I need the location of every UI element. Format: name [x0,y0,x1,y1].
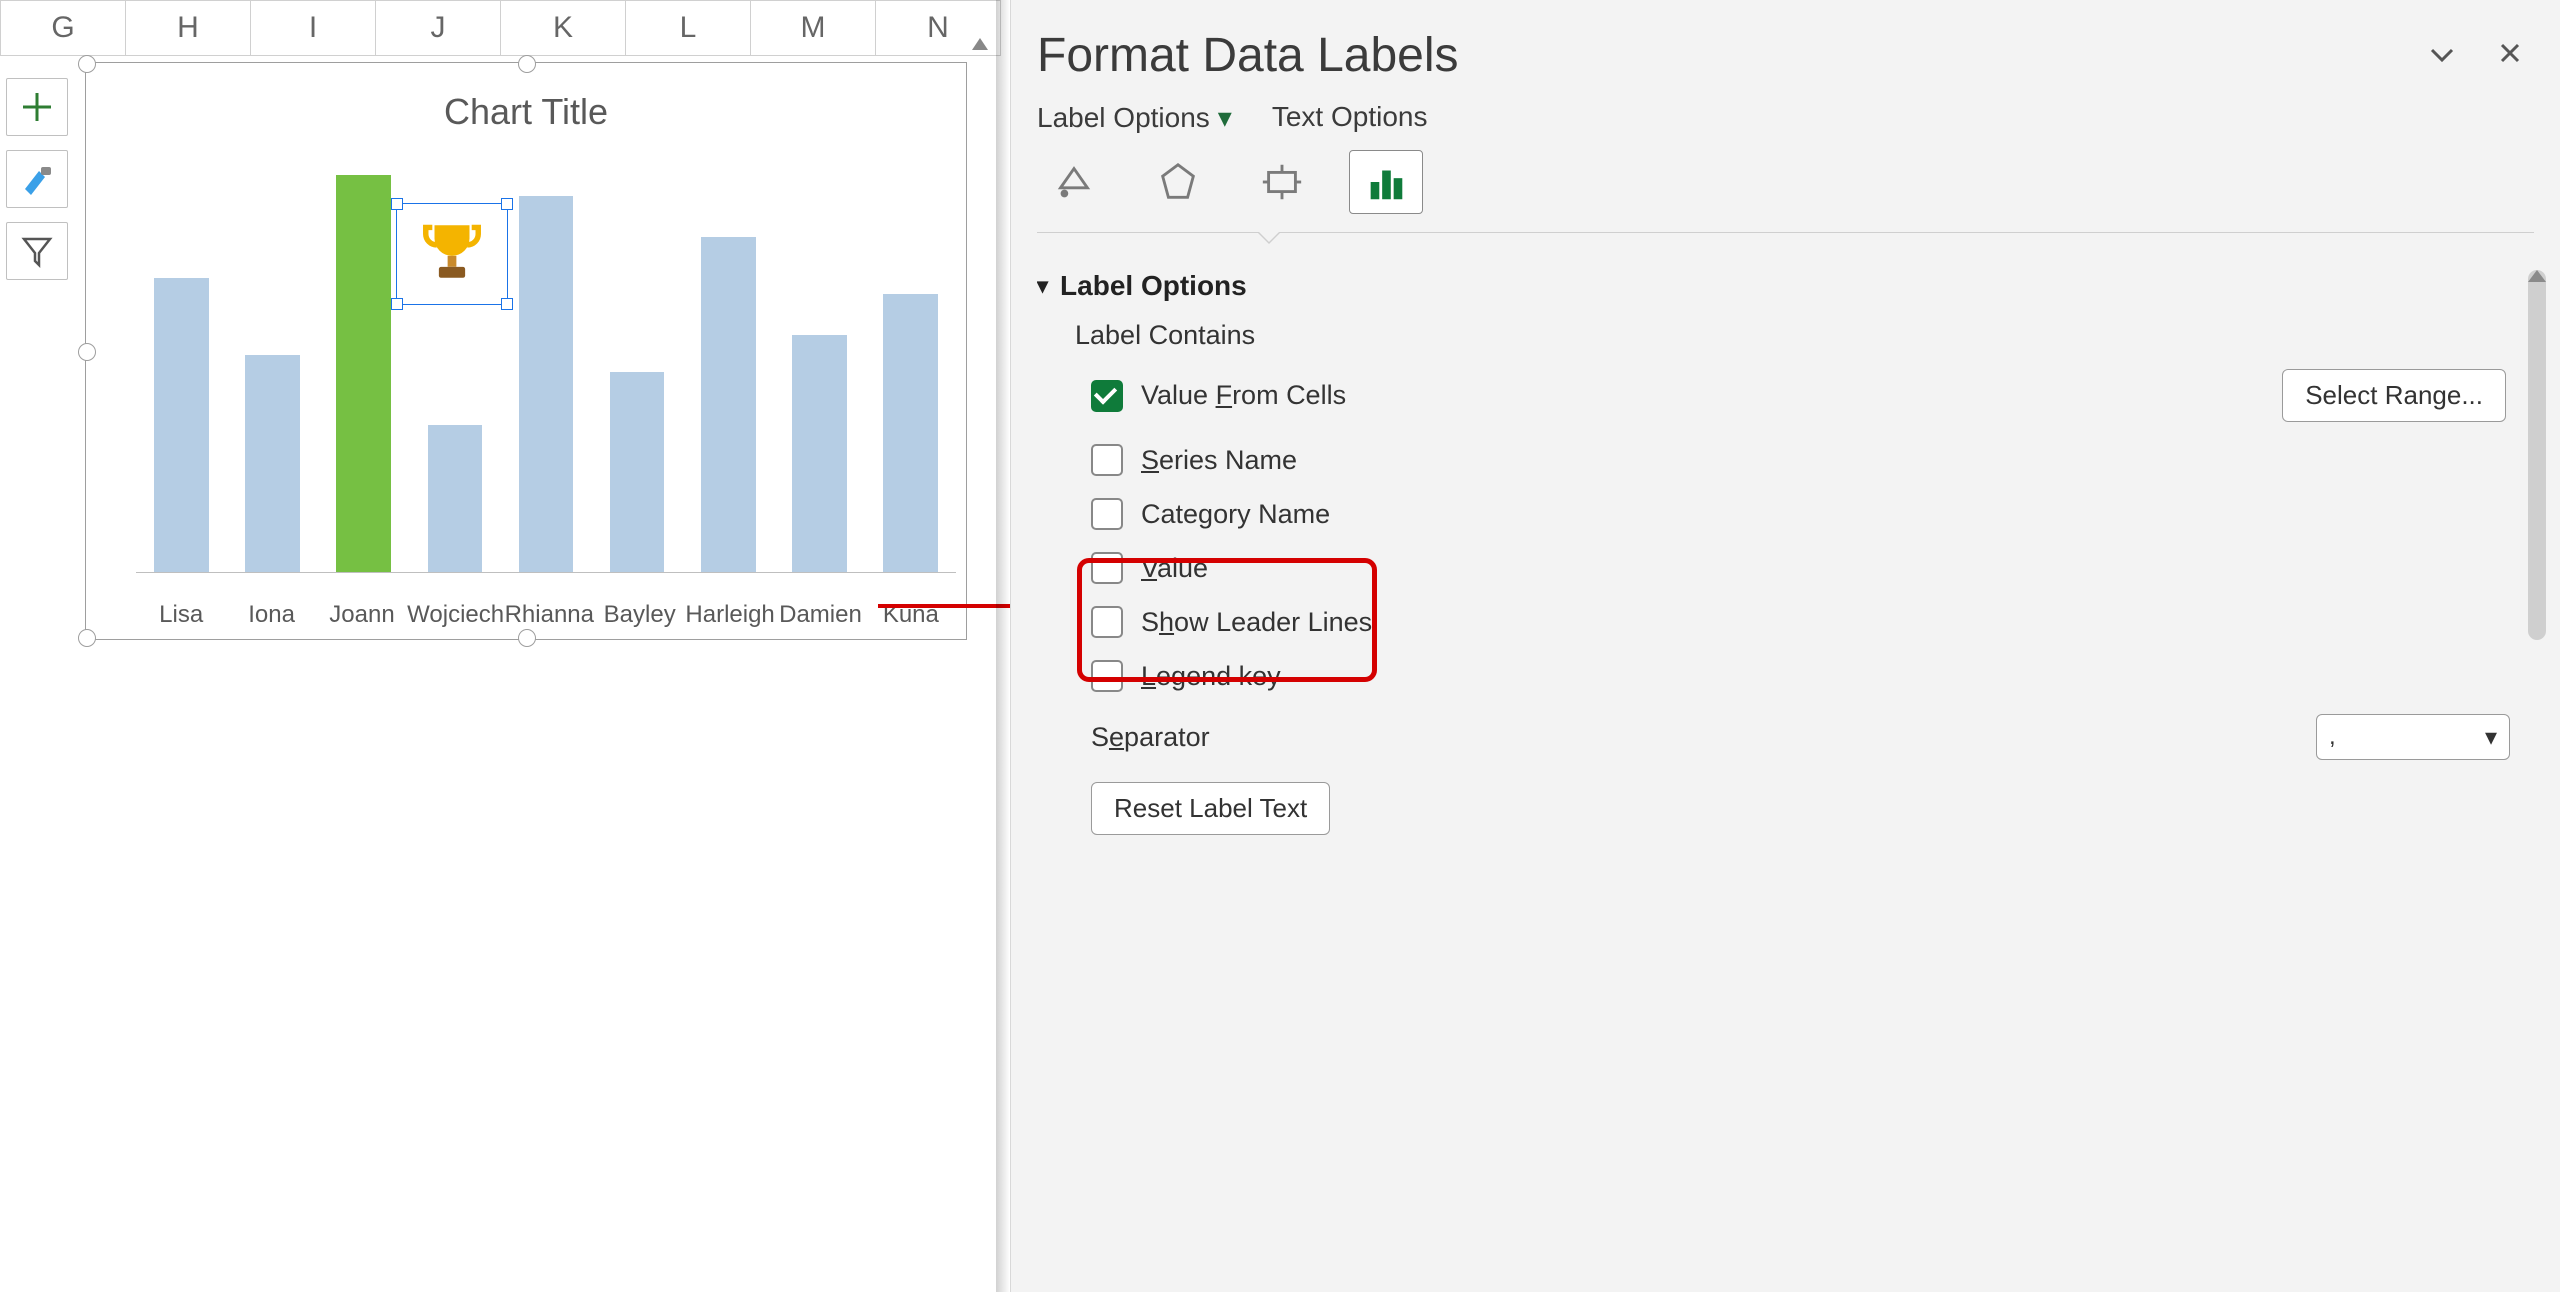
bar-highlight[interactable] [336,175,391,572]
checkbox-icon[interactable] [1091,444,1123,476]
pane-scrollbar[interactable] [2528,270,2546,640]
scroll-up-icon [2528,270,2546,282]
separator-select[interactable]: , ▾ [2316,714,2510,760]
label-options-icon[interactable] [1349,150,1423,214]
checkbox-icon[interactable] [1091,606,1123,638]
check-legend-key[interactable]: Legend key [1091,660,2510,692]
pane-category-icons [1011,146,2560,214]
resize-handle[interactable] [78,629,96,647]
data-label-selected[interactable] [396,203,508,305]
column-header[interactable]: G [0,0,126,56]
axis-tick-label: Harleigh [685,601,775,629]
label-contains-header: Label Contains [1075,320,2510,351]
bar-series[interactable] [136,163,956,572]
check-category-name[interactable]: Category Name [1091,498,2510,530]
resize-handle[interactable] [78,343,96,361]
reset-label-text-button[interactable]: Reset Label Text [1091,782,1330,835]
bar[interactable] [792,335,847,572]
chart-object[interactable]: Chart Title Lisa Iona Joann Wojciech Rhi… [85,62,967,640]
tab-label-options[interactable]: Label Options▾ [1037,101,1232,134]
resize-handle[interactable] [518,629,536,647]
chart-title[interactable]: Chart Title [86,91,966,133]
chevron-down-icon: ▾ [1037,273,1048,299]
effects-icon[interactable] [1141,150,1215,214]
bar[interactable] [245,355,300,572]
checkbox-icon[interactable] [1091,498,1123,530]
size-properties-icon[interactable] [1245,150,1319,214]
check-value-from-cells[interactable]: Value From Cells Select Range... [1091,369,2510,422]
pane-title: Format Data Labels [1037,28,1459,83]
plot-area[interactable] [136,163,956,573]
bar[interactable] [883,294,938,572]
check-value[interactable]: Value [1091,552,2510,584]
bar[interactable] [428,425,483,572]
checkbox-icon[interactable] [1091,380,1123,412]
pane-divider[interactable] [996,0,1010,1292]
axis-tick-label: Lisa [136,601,226,629]
format-pane: Format Data Labels Label Options▾ Text O… [1010,0,2560,1292]
checkbox-icon[interactable] [1091,660,1123,692]
bar[interactable] [610,372,665,572]
check-series-name[interactable]: Series Name [1091,444,2510,476]
category-axis[interactable]: Lisa Iona Joann Wojciech Rhianna Bayley … [136,601,956,629]
column-header[interactable]: H [126,0,251,56]
column-header[interactable]: M [751,0,876,56]
resize-handle[interactable] [501,298,513,310]
axis-tick-label: Wojciech [407,601,504,629]
resize-handle[interactable] [391,298,403,310]
column-header[interactable]: I [251,0,376,56]
select-range-button[interactable]: Select Range... [2282,369,2506,422]
check-show-leader-lines[interactable]: Show Leader Lines [1091,606,2510,638]
column-header[interactable]: L [626,0,751,56]
separator-row: Separator , ▾ [1091,714,2510,760]
axis-tick-label: Iona [226,601,316,629]
chevron-down-icon: ▾ [2485,723,2497,752]
pane-body: ▾ Label Options Label Contains Value Fro… [1037,260,2510,1282]
group-header-label-options[interactable]: ▾ Label Options [1037,270,2510,302]
resize-handle[interactable] [501,198,513,210]
bar[interactable] [519,196,574,572]
chart-styles-button[interactable] [6,150,68,208]
column-header[interactable]: K [501,0,626,56]
trophy-icon [417,217,487,292]
checkbox-icon[interactable] [1091,552,1123,584]
bar[interactable] [701,237,756,572]
axis-tick-label: Damien [775,601,865,629]
chart-quick-tools [6,78,68,280]
tab-text-options[interactable]: Text Options [1272,101,1428,134]
axis-tick-label: Joann [317,601,407,629]
chart-elements-button[interactable] [6,78,68,136]
axis-tick-label: Bayley [595,601,685,629]
resize-handle[interactable] [78,55,96,73]
axis-tick-label: Rhianna [504,601,594,629]
column-header[interactable]: J [376,0,501,56]
resize-handle[interactable] [391,198,403,210]
fill-line-icon[interactable] [1037,150,1111,214]
bar[interactable] [154,278,209,572]
chart-filter-button[interactable] [6,222,68,280]
pane-options-button[interactable] [2428,41,2456,71]
pane-close-button[interactable] [2498,41,2522,71]
resize-handle[interactable] [518,55,536,73]
